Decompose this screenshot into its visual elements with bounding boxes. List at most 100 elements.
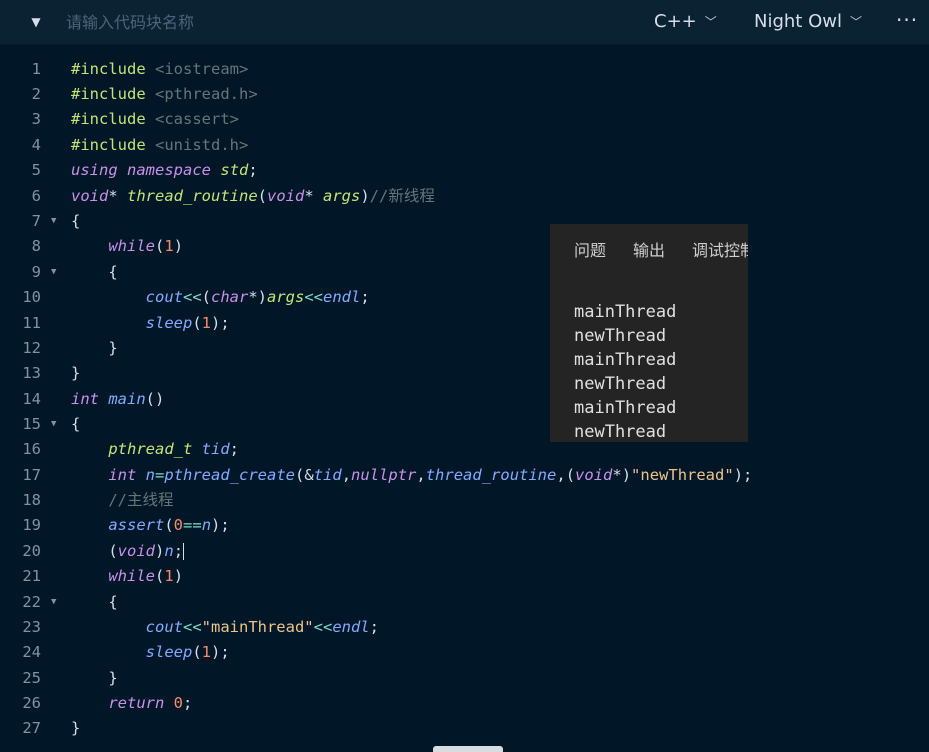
line-number: 23 (22, 618, 41, 636)
code-token: #include (71, 136, 146, 154)
code-token: <cassert> (155, 110, 239, 128)
line-number: 15 (22, 415, 41, 433)
code-token: { (71, 415, 81, 433)
code-line: 8 while(1) (0, 234, 929, 259)
code-editor[interactable]: 1 #include <iostream> 2 #include <pthread.… (0, 45, 929, 752)
code-token: ( (257, 187, 267, 205)
output-line: newThread (574, 326, 667, 346)
line-number: 25 (22, 669, 41, 687)
code-token: tid (201, 440, 230, 458)
code-line: 17 int n=pthread_create(&tid,nullptr,thr… (0, 463, 929, 488)
line-number: 8 (31, 237, 41, 255)
code-token: thread_routine (127, 187, 258, 205)
line-number: 4 (31, 136, 41, 154)
code-token: *) (612, 466, 632, 484)
line-number: 19 (22, 516, 41, 534)
language-label: C++ (654, 11, 697, 32)
code-token: ) (360, 187, 370, 205)
code-token: ; (360, 288, 370, 306)
code-token: using (71, 161, 118, 179)
tab-debug-console[interactable]: 调试控制台 (692, 240, 748, 262)
line-number: 6 (31, 187, 41, 205)
more-options-icon[interactable]: ··· (896, 8, 918, 32)
code-token: 1 (164, 567, 174, 585)
code-token: endl (332, 618, 370, 636)
code-line: 27} (0, 716, 929, 741)
code-token: std (220, 161, 249, 179)
code-token: *) (248, 288, 267, 306)
code-token: args (323, 187, 361, 205)
code-block-name-input[interactable] (66, 9, 366, 35)
line-number: 5 (31, 161, 41, 179)
theme-select[interactable]: Night Owl ﹀ (754, 10, 862, 34)
code-token: #include (71, 85, 146, 103)
code-token: cout (145, 288, 183, 306)
line-number: 20 (22, 542, 41, 560)
code-token: ( (201, 288, 211, 306)
code-token: ( (192, 314, 202, 332)
code-token: while (108, 567, 155, 585)
code-token: << (313, 618, 333, 636)
code-token: args (267, 288, 305, 306)
line-number: 14 (22, 390, 41, 408)
code-token: ( (155, 237, 165, 255)
code-string: "mainThread" (201, 618, 314, 636)
fold-arrow-icon[interactable]: ▼ (51, 209, 56, 234)
code-token: int (71, 390, 99, 408)
code-token: cout (145, 618, 183, 636)
code-token: n (201, 516, 212, 534)
code-token: () (145, 390, 165, 408)
resize-handle[interactable] (433, 746, 503, 752)
code-token: endl (323, 288, 361, 306)
code-line: 15 ▼ { (0, 412, 929, 437)
code-token: ; (183, 694, 193, 712)
code-line: 24 sleep(1); (0, 640, 929, 665)
output-panel: 问题 输出 调试控制台 mainThread newThread mainThrea… (550, 224, 748, 442)
code-token: n (145, 466, 156, 484)
code-token: ) (173, 237, 184, 255)
tab-output[interactable]: 输出 (633, 240, 665, 262)
code-token: (& (295, 466, 314, 484)
code-token: ( (108, 542, 118, 560)
code-token: } (108, 669, 118, 687)
language-select[interactable]: C++ ﹀ (654, 10, 717, 34)
code-token: nullptr (351, 466, 417, 484)
line-number: 10 (22, 288, 41, 306)
line-number: 26 (22, 694, 41, 712)
code-token: ; (229, 440, 240, 458)
code-token: ( (164, 516, 174, 534)
fold-arrow-icon[interactable]: ▼ (51, 590, 56, 615)
code-token: 0 (173, 516, 184, 534)
code-token: return (108, 694, 165, 712)
code-token: == (183, 516, 202, 534)
code-line: 19 assert(0==n); (0, 513, 929, 538)
editor-toolbar: ▼ C++ ﹀ Night Owl ﹀ ··· (0, 0, 929, 45)
collapse-icon[interactable]: ▼ (28, 14, 44, 30)
code-token: ) (173, 567, 184, 585)
code-token: <unistd.h> (155, 136, 249, 154)
line-number: 9 (31, 263, 41, 281)
fold-arrow-icon[interactable]: ▼ (51, 412, 56, 437)
fold-arrow-icon[interactable]: ▼ (51, 260, 56, 285)
code-token: ); (211, 643, 230, 661)
line-number: 3 (31, 110, 41, 128)
code-token: << (182, 288, 202, 306)
code-token: sleep (145, 643, 193, 661)
code-token: <iostream> (155, 60, 249, 78)
line-number: 11 (22, 314, 41, 332)
code-line: 22 ▼ { (0, 590, 929, 615)
code-token: ,( (556, 466, 576, 484)
code-token: } (71, 719, 81, 737)
code-token: 0 (173, 694, 184, 712)
line-number: 24 (22, 643, 41, 661)
tab-problems[interactable]: 问题 (574, 240, 606, 262)
code-token: 1 (201, 643, 212, 661)
code-token: ; (173, 542, 184, 560)
output-line: mainThread (574, 350, 677, 370)
code-token: } (71, 364, 81, 382)
code-token: ; (248, 161, 258, 179)
code-token: ( (155, 567, 165, 585)
code-comment: //新线程 (369, 187, 435, 205)
code-token: , (341, 466, 352, 484)
chevron-down-icon: ﹀ (704, 15, 717, 29)
